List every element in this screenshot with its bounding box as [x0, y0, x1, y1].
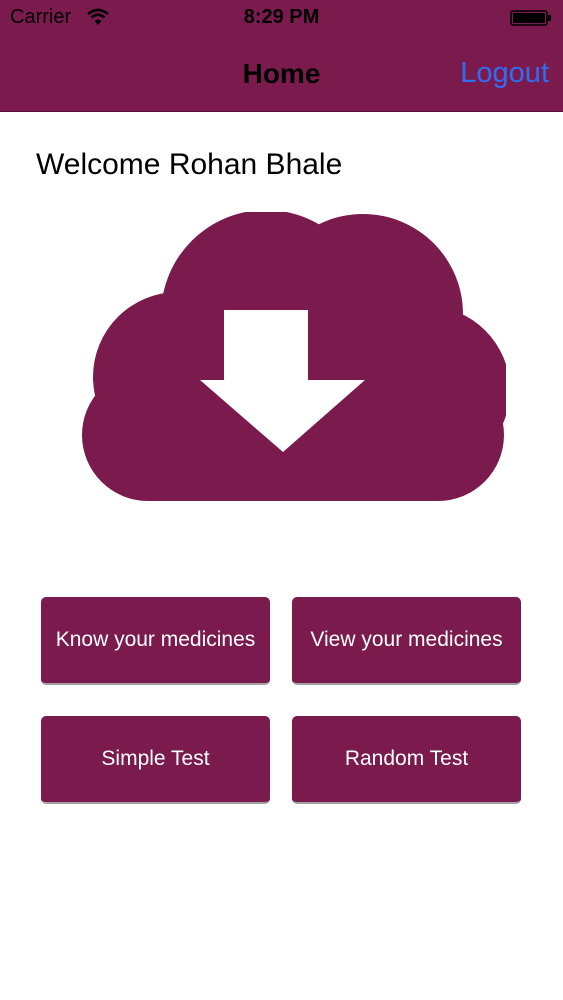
view-your-medicines-button[interactable]: View your medicines — [292, 597, 521, 685]
know-your-medicines-button[interactable]: Know your medicines — [41, 597, 270, 685]
navigation-bar: Carrier 8:29 PM Home Logout — [0, 0, 563, 112]
welcome-message: Welcome Rohan Bhale — [36, 148, 343, 181]
cloud-download-icon — [82, 212, 506, 501]
simple-test-button[interactable]: Simple Test — [41, 716, 270, 804]
status-time: 8:29 PM — [243, 6, 320, 28]
battery-full-icon — [510, 10, 551, 26]
logout-button[interactable]: Logout — [460, 57, 549, 90]
random-test-button[interactable]: Random Test — [292, 716, 521, 804]
